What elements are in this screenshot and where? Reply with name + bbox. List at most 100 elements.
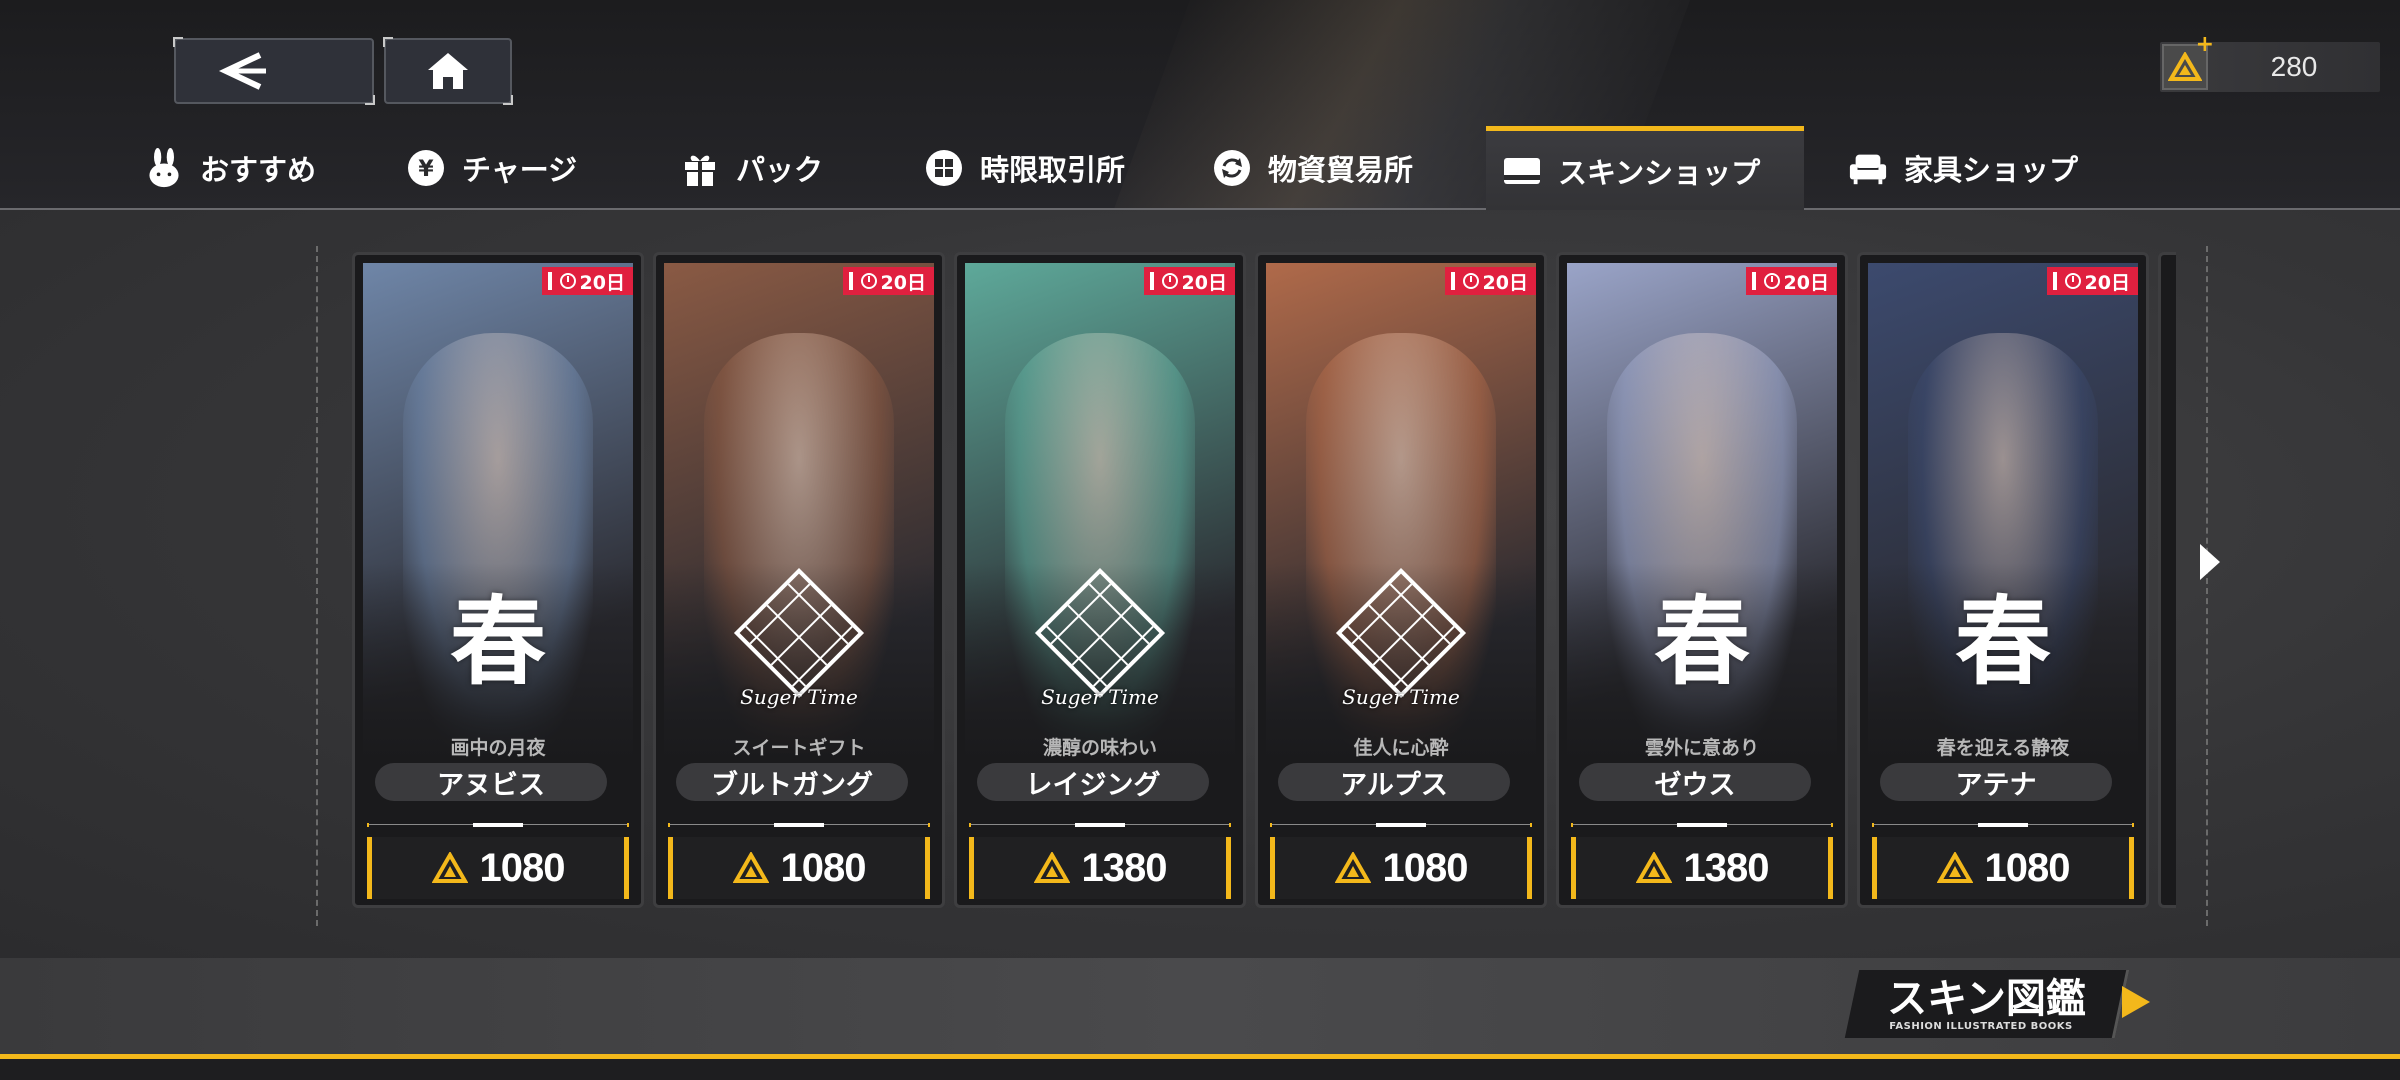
bottom-bar: スキン図鑑 FASHION ILLUSTRATED BOOKS xyxy=(0,958,2400,1080)
yen-icon: ¥ xyxy=(406,148,446,188)
time-limit-badge: 20日 xyxy=(1143,267,1235,295)
skin-card[interactable]: 春 20日 画中の月夜 アヌビス 1080 xyxy=(352,252,644,908)
skin-card[interactable]: 春 20日 春を迎える静夜 アテナ 1080 xyxy=(1857,252,2149,908)
skin-card[interactable]: 春 20日 雲外に意あり ゼウス 1380 xyxy=(1556,252,1848,908)
card-icon xyxy=(1502,151,1542,191)
sugar-time-emblem-icon xyxy=(733,567,865,699)
emblem-text: Suger Time xyxy=(1041,685,1159,709)
premium-gem-icon xyxy=(1936,852,1973,883)
skin-artwork: Suger Time xyxy=(965,263,1235,763)
character-name: アヌビス xyxy=(375,763,607,801)
card-divider xyxy=(1270,823,1532,827)
tab-charge[interactable]: ¥ チャージ xyxy=(390,126,577,210)
time-limit-badge: 20日 xyxy=(1745,267,1837,295)
card-divider xyxy=(1872,823,2134,827)
timer-text: 20日 xyxy=(880,271,926,294)
emblem-text: Suger Time xyxy=(1342,685,1460,709)
card-divider xyxy=(969,823,1231,827)
skin-card[interactable]: Suger Time 20日 佳人に心酔 アルプス 1080 xyxy=(1255,252,1547,908)
skin-artwork: 春 xyxy=(1868,263,2138,763)
top-bar: + 280 おすすめ ¥ チャージ パック 時限取引所 物資貿易所 スキンショッ… xyxy=(0,0,2400,210)
premium-gem-icon xyxy=(1635,852,1672,883)
sofa-icon xyxy=(1848,148,1888,188)
tab-label: おすすめ xyxy=(200,153,317,187)
character-name: アルプス xyxy=(1278,763,1510,801)
price-value: 1080 xyxy=(1382,845,1469,890)
clock-icon xyxy=(559,273,576,289)
clock-icon xyxy=(860,273,877,289)
premium-gem-icon xyxy=(431,852,468,883)
home-icon xyxy=(428,53,468,89)
price-button[interactable]: 1080 xyxy=(668,837,930,899)
skin-artwork: 春 xyxy=(363,263,633,763)
skin-subtitle: 画中の月夜 xyxy=(450,737,546,759)
clock-icon xyxy=(1462,273,1479,289)
skin-subtitle: 濃醇の味わい xyxy=(1042,737,1157,759)
skin-carousel: 春 20日 画中の月夜 アヌビス 1080 Suger Time 20日 スイー… xyxy=(352,252,2172,910)
tab-skin-shop[interactable]: スキンショップ xyxy=(1486,126,1804,210)
sugar-time-emblem-icon xyxy=(1335,567,1467,699)
premium-gem-icon xyxy=(732,852,769,883)
skin-subtitle: 春を迎える静夜 xyxy=(1936,737,2070,759)
gift-icon xyxy=(680,148,720,188)
price-value: 1080 xyxy=(780,845,867,890)
tab-label: 物資貿易所 xyxy=(1268,153,1414,187)
price-value: 1080 xyxy=(1984,845,2071,890)
price-button[interactable]: 1080 xyxy=(367,837,629,899)
back-button[interactable] xyxy=(173,37,375,105)
card-divider xyxy=(367,823,629,827)
skin-card[interactable]: Suger Time 20日 濃醇の味わい レイジング 1380 xyxy=(954,252,1246,908)
skin-book-title: スキン図鑑 xyxy=(1887,975,2087,1022)
spring-emblem-icon: 春 xyxy=(450,584,546,698)
price-value: 1080 xyxy=(479,845,566,890)
tab-furniture-shop[interactable]: 家具ショップ xyxy=(1832,126,2078,210)
grid-icon xyxy=(924,148,964,188)
carousel-frame-right xyxy=(2196,246,2208,926)
tab-label: パック xyxy=(736,153,824,187)
tab-supply-trade[interactable]: 物資貿易所 xyxy=(1196,126,1413,210)
time-limit-badge: 20日 xyxy=(1444,267,1536,295)
premium-gem-icon xyxy=(1033,852,1070,883)
premium-gem-icon xyxy=(1334,852,1371,883)
timer-text: 20日 xyxy=(1783,271,1829,294)
timer-text: 20日 xyxy=(579,271,625,294)
book-arrow-icon[interactable] xyxy=(2118,982,2154,1022)
character-name: ゼウス xyxy=(1579,763,1811,801)
carousel-frame-left xyxy=(316,246,328,926)
premium-gem-icon: + xyxy=(2162,32,2214,90)
skin-subtitle: スイートギフト xyxy=(732,737,866,759)
skin-subtitle: 雲外に意あり xyxy=(1644,737,1759,759)
timer-text: 20日 xyxy=(1181,271,1227,294)
tab-pack[interactable]: パック xyxy=(664,126,823,210)
next-arrow-icon[interactable] xyxy=(2196,540,2224,584)
character-name: アテナ xyxy=(1880,763,2112,801)
skin-subtitle: 佳人に心酔 xyxy=(1353,737,1449,759)
clock-icon xyxy=(1763,273,1780,289)
tab-label: スキンショップ xyxy=(1558,155,1761,190)
clock-icon xyxy=(2064,273,2081,289)
currency-display[interactable]: + 280 xyxy=(2160,32,2380,92)
tab-recommended[interactable]: おすすめ xyxy=(128,126,316,210)
price-button[interactable]: 1380 xyxy=(1571,837,1833,899)
price-button[interactable]: 1080 xyxy=(1270,837,1532,899)
back-arrow-icon xyxy=(218,52,266,90)
skin-book-subtitle: FASHION ILLUSTRATED BOOKS xyxy=(1889,1020,2073,1032)
skin-book-button[interactable]: スキン図鑑 FASHION ILLUSTRATED BOOKS xyxy=(1844,970,2130,1038)
collection-emblem: Suger Time xyxy=(1030,563,1170,709)
plus-icon[interactable]: + xyxy=(2196,32,2214,57)
tab-timed-exchange[interactable]: 時限取引所 xyxy=(908,126,1125,210)
spring-emblem-icon: 春 xyxy=(1654,584,1750,698)
price-button[interactable]: 1080 xyxy=(1872,837,2134,899)
skin-card[interactable]: Suger Time 20日 スイートギフト ブルトガング 1080 xyxy=(653,252,945,908)
time-limit-badge: 20日 xyxy=(541,267,633,295)
collection-emblem: 春 xyxy=(428,563,568,703)
currency-amount: 280 xyxy=(2270,51,2318,82)
home-button[interactable] xyxy=(383,37,513,105)
bunny-icon xyxy=(144,148,184,188)
price-button[interactable]: 1380 xyxy=(969,837,1231,899)
card-divider xyxy=(668,823,930,827)
collection-emblem: Suger Time xyxy=(1331,563,1471,709)
character-name: ブルトガング xyxy=(676,763,908,801)
skin-artwork: Suger Time xyxy=(664,263,934,763)
collection-emblem: Suger Time xyxy=(729,563,869,709)
